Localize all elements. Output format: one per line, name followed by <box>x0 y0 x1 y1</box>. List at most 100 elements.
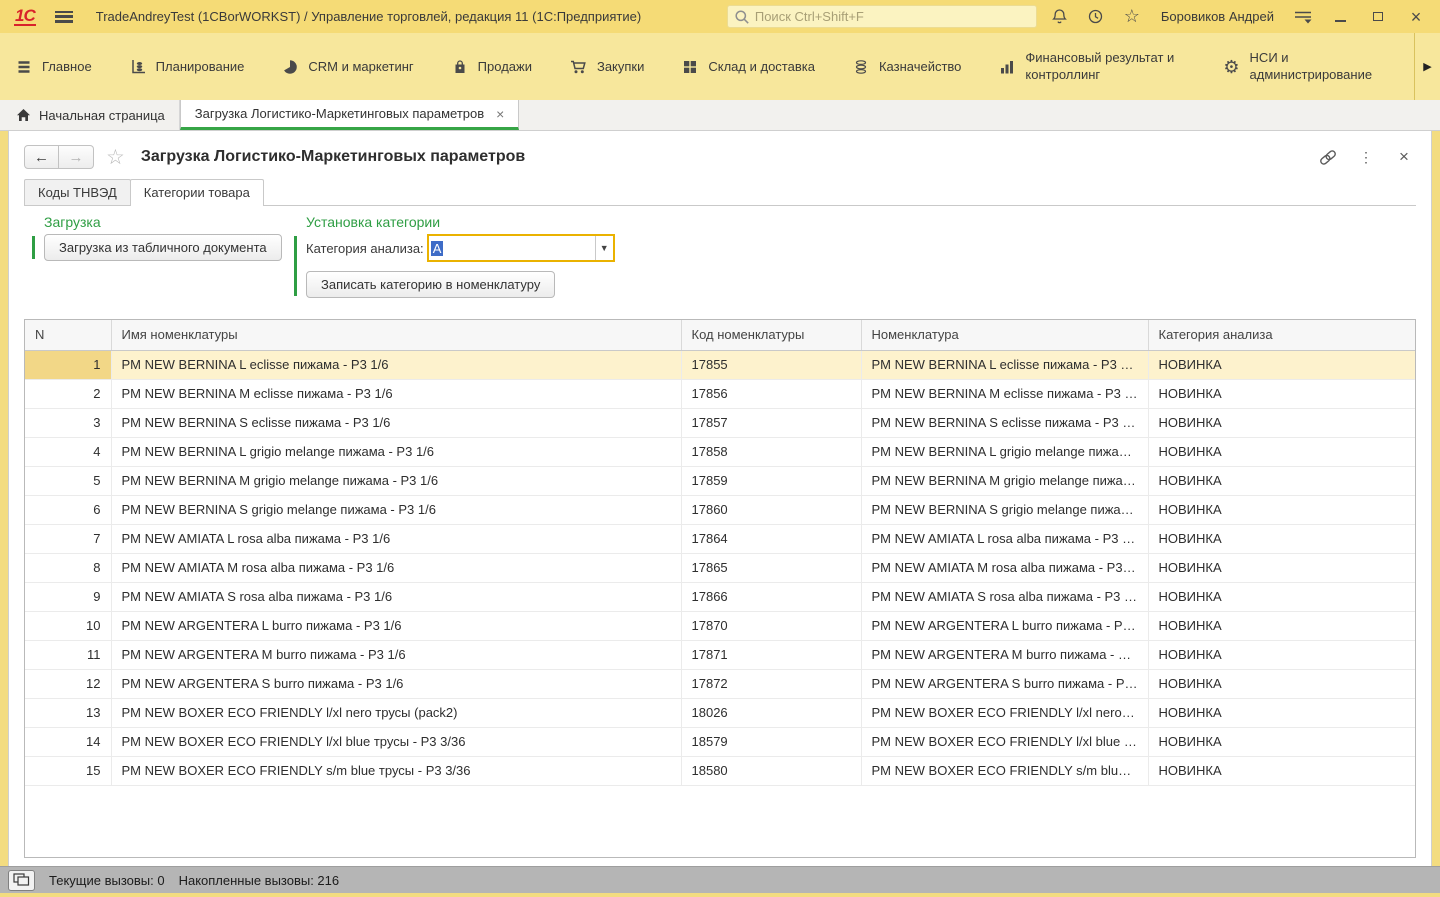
cell-n[interactable]: 12 <box>25 669 111 698</box>
ribbon-item-kaznacheystvo[interactable]: Казначейство <box>853 59 961 75</box>
table-row[interactable]: 3 PM NEW BERNINA S eclisse пижама - Р3 1… <box>25 408 1415 437</box>
col-header-code[interactable]: Код номенклатуры <box>681 320 861 350</box>
close-window-button[interactable]: × <box>1402 6 1430 28</box>
col-header-category[interactable]: Категория анализа <box>1148 320 1415 350</box>
cell-name[interactable]: PM NEW BERNINA S eclisse пижама - Р3 1/6 <box>111 408 681 437</box>
cell-code[interactable]: 18026 <box>681 698 861 727</box>
cell-name[interactable]: PM NEW BERNINA S grigio melange пижама -… <box>111 495 681 524</box>
cell-name[interactable]: PM NEW BOXER ECO FRIENDLY l/xl nero трус… <box>111 698 681 727</box>
cell-n[interactable]: 8 <box>25 553 111 582</box>
ribbon-item-sklad[interactable]: Склад и доставка <box>682 59 815 75</box>
cell-n[interactable]: 1 <box>25 350 111 379</box>
ribbon-item-prodazhi[interactable]: Продажи <box>452 59 532 75</box>
cell-name[interactable]: PM NEW BOXER ECO FRIENDLY s/m blue трусы… <box>111 756 681 785</box>
cell-code[interactable]: 17871 <box>681 640 861 669</box>
cell-name[interactable]: PM NEW BERNINA M grigio melange пижама -… <box>111 466 681 495</box>
table-row[interactable]: 5 PM NEW BERNINA M grigio melange пижама… <box>25 466 1415 495</box>
table-row[interactable]: 13 PM NEW BOXER ECO FRIENDLY l/xl nero т… <box>25 698 1415 727</box>
cell-nomenclature[interactable]: PM NEW ARGENTERA L burro пижама - Р3 1/6 <box>861 611 1148 640</box>
cell-n[interactable]: 15 <box>25 756 111 785</box>
cell-code[interactable]: 17864 <box>681 524 861 553</box>
search-input[interactable] <box>755 9 1030 24</box>
more-menu-icon[interactable]: ⋮ <box>1354 146 1378 168</box>
cell-name[interactable]: PM NEW BERNINA L eclisse пижама - Р3 1/6 <box>111 350 681 379</box>
maximize-button[interactable] <box>1364 6 1392 28</box>
cell-name[interactable]: PM NEW ARGENTERA S burro пижама - Р3 1/6 <box>111 669 681 698</box>
cell-nomenclature[interactable]: PM NEW BERNINA S grigio melange пижама -… <box>861 495 1148 524</box>
cell-code[interactable]: 17857 <box>681 408 861 437</box>
1c-logo-icon[interactable]: 1С <box>14 8 36 26</box>
cell-name[interactable]: PM NEW AMIATA L rosa alba пижама - Р3 1/… <box>111 524 681 553</box>
cell-category[interactable]: НОВИНКА <box>1148 640 1415 669</box>
cell-nomenclature[interactable]: PM NEW BERNINA S eclisse пижама - Р3 1/6 <box>861 408 1148 437</box>
performance-indicator-button[interactable] <box>8 870 35 891</box>
cell-nomenclature[interactable]: PM NEW BOXER ECO FRIENDLY l/xl blue трус… <box>861 727 1148 756</box>
user-name[interactable]: Боровиков Андрей <box>1161 9 1274 24</box>
notifications-bell-icon[interactable] <box>1047 6 1073 28</box>
cell-name[interactable]: PM NEW BERNINA M eclisse пижама - Р3 1/6 <box>111 379 681 408</box>
cell-nomenclature[interactable]: PM NEW BERNINA M grigio melange пижама -… <box>861 466 1148 495</box>
cell-n[interactable]: 7 <box>25 524 111 553</box>
cell-name[interactable]: PM NEW BERNINA L grigio melange пижама -… <box>111 437 681 466</box>
cell-category[interactable]: НОВИНКА <box>1148 553 1415 582</box>
ribbon-item-zakupki[interactable]: Закупки <box>570 59 644 75</box>
cell-category[interactable]: НОВИНКА <box>1148 524 1415 553</box>
cell-code[interactable]: 18580 <box>681 756 861 785</box>
cell-category[interactable]: НОВИНКА <box>1148 669 1415 698</box>
tab-active-page[interactable]: Загрузка Логистико-Маркетинговых парамет… <box>180 100 520 130</box>
cell-category[interactable]: НОВИНКА <box>1148 379 1415 408</box>
table-row[interactable]: 8 PM NEW AMIATA M rosa alba пижама - Р3 … <box>25 553 1415 582</box>
table-row[interactable]: 10 PM NEW ARGENTERA L burro пижама - Р3 … <box>25 611 1415 640</box>
dropdown-arrow-icon[interactable]: ▼ <box>595 236 613 260</box>
cell-code[interactable]: 17870 <box>681 611 861 640</box>
subtab-categories[interactable]: Категории товара <box>130 179 264 206</box>
cell-code[interactable]: 17865 <box>681 553 861 582</box>
table-row[interactable]: 9 PM NEW AMIATA S rosa alba пижама - Р3 … <box>25 582 1415 611</box>
cell-n[interactable]: 5 <box>25 466 111 495</box>
cell-code[interactable]: 17855 <box>681 350 861 379</box>
cell-code[interactable]: 17858 <box>681 437 861 466</box>
cell-n[interactable]: 14 <box>25 727 111 756</box>
cell-n[interactable]: 3 <box>25 408 111 437</box>
cell-category[interactable]: НОВИНКА <box>1148 611 1415 640</box>
tab-home[interactable]: Начальная страница <box>0 100 180 130</box>
cell-category[interactable]: НОВИНКА <box>1148 727 1415 756</box>
cell-name[interactable]: PM NEW ARGENTERA M burro пижама - Р3 1/6 <box>111 640 681 669</box>
analysis-category-field[interactable]: А ▼ <box>427 234 615 262</box>
ribbon-item-glavnoe[interactable]: Главное <box>16 59 92 75</box>
cell-nomenclature[interactable]: PM NEW AMIATA M rosa alba пижама - Р3 1/… <box>861 553 1148 582</box>
cell-name[interactable]: PM NEW BOXER ECO FRIENDLY l/xl blue трус… <box>111 727 681 756</box>
cell-name[interactable]: PM NEW AMIATA S rosa alba пижама - Р3 1/… <box>111 582 681 611</box>
cell-category[interactable]: НОВИНКА <box>1148 582 1415 611</box>
col-header-nomenclature[interactable]: Номенклатура <box>861 320 1148 350</box>
table-row[interactable]: 6 PM NEW BERNINA S grigio melange пижама… <box>25 495 1415 524</box>
cell-category[interactable]: НОВИНКА <box>1148 466 1415 495</box>
close-page-icon[interactable]: × <box>1392 146 1416 168</box>
cell-name[interactable]: PM NEW ARGENTERA L burro пижама - Р3 1/6 <box>111 611 681 640</box>
cell-nomenclature[interactable]: PM NEW BERNINA M eclisse пижама - Р3 1/6 <box>861 379 1148 408</box>
cell-name[interactable]: PM NEW AMIATA M rosa alba пижама - Р3 1/… <box>111 553 681 582</box>
cell-code[interactable]: 17856 <box>681 379 861 408</box>
table-row[interactable]: 7 PM NEW AMIATA L rosa alba пижама - Р3 … <box>25 524 1415 553</box>
cell-code[interactable]: 17872 <box>681 669 861 698</box>
history-icon[interactable] <box>1083 6 1109 28</box>
cell-n[interactable]: 6 <box>25 495 111 524</box>
cell-nomenclature[interactable]: PM NEW AMIATA L rosa alba пижама - Р3 1/… <box>861 524 1148 553</box>
table-row[interactable]: 2 PM NEW BERNINA M eclisse пижама - Р3 1… <box>25 379 1415 408</box>
cell-n[interactable]: 9 <box>25 582 111 611</box>
col-header-n[interactable]: N <box>25 320 111 350</box>
page-favorite-star-icon[interactable]: ☆ <box>106 145 125 170</box>
ribbon-item-crm[interactable]: CRM и маркетинг <box>282 59 413 75</box>
ribbon-item-planirovanie[interactable]: Планирование <box>130 59 245 75</box>
cell-nomenclature[interactable]: PM NEW ARGENTERA S burro пижама - Р3 1/6 <box>861 669 1148 698</box>
global-search[interactable] <box>727 5 1037 28</box>
cell-category[interactable]: НОВИНКА <box>1148 756 1415 785</box>
tab-close-icon[interactable]: × <box>496 106 504 122</box>
ribbon-overflow-button[interactable]: ▶ <box>1414 33 1440 100</box>
cell-n[interactable]: 11 <box>25 640 111 669</box>
cell-nomenclature[interactable]: PM NEW BERNINA L eclisse пижама - Р3 1/6 <box>861 350 1148 379</box>
cell-n[interactable]: 4 <box>25 437 111 466</box>
cell-category[interactable]: НОВИНКА <box>1148 698 1415 727</box>
table-row[interactable]: 4 PM NEW BERNINA L grigio melange пижама… <box>25 437 1415 466</box>
col-header-name[interactable]: Имя номенклатуры <box>111 320 681 350</box>
